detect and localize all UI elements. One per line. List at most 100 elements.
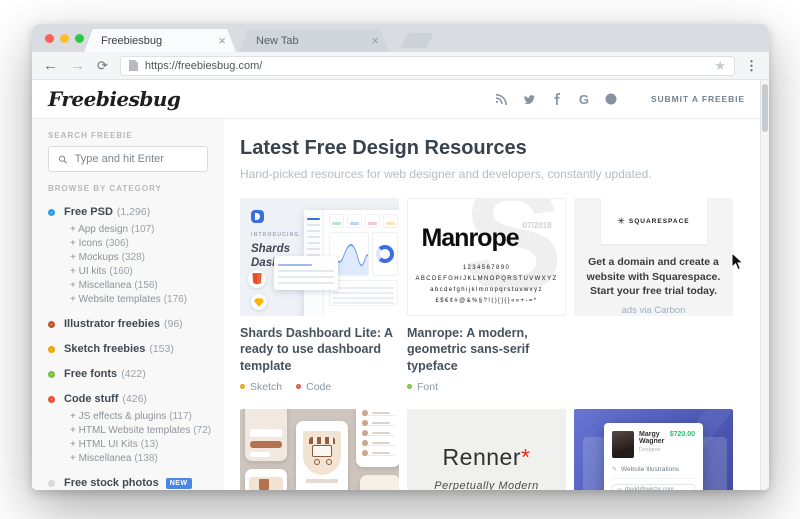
avatar bbox=[612, 430, 634, 458]
mini-card-mockup bbox=[274, 256, 338, 290]
close-tab-icon[interactable]: × bbox=[218, 34, 226, 47]
sidebar-item-sketch[interactable]: Sketch freebies (153) bbox=[48, 343, 208, 355]
site-logo[interactable]: Freebiesbug bbox=[48, 87, 181, 111]
forward-button[interactable]: → bbox=[70, 58, 85, 73]
page-subtitle: Hand-picked resources for web designer a… bbox=[240, 167, 652, 181]
tab-title: New Tab bbox=[256, 34, 299, 47]
manrope-thumbnail[interactable]: S Manrope 07/2018 1234567890 ABCDEFGHIJKL… bbox=[407, 198, 566, 316]
scrollbar[interactable] bbox=[760, 80, 769, 490]
scrollbar-thumb[interactable] bbox=[762, 84, 768, 132]
sidebar-item-html-templates[interactable]: + HTML Website templates (72) bbox=[70, 425, 211, 436]
back-button[interactable]: ← bbox=[43, 58, 58, 73]
font-name: Manrope bbox=[421, 224, 519, 252]
google-icon[interactable]: G bbox=[579, 93, 589, 106]
reload-button[interactable]: ⟳ bbox=[97, 59, 108, 72]
sidebar-item-mockups[interactable]: + Mockups (328) bbox=[70, 252, 208, 263]
ad-text[interactable]: Get a domain and create a website with S… bbox=[584, 255, 723, 298]
sidebar-item-code-stuff[interactable]: Code stuff (426) bbox=[48, 393, 208, 405]
tab-new-tab[interactable]: New Tab × bbox=[239, 29, 389, 52]
resource-card-renner: Renner* Perpetually Modern Renner*: A fr… bbox=[407, 408, 566, 490]
facebook-icon[interactable] bbox=[551, 93, 563, 105]
red-asterisk: * bbox=[520, 443, 531, 470]
code-subcategories: + JS effects & plugins (117) + HTML Websi… bbox=[70, 411, 211, 464]
phone-mockup bbox=[296, 420, 348, 490]
webpage: Freebiesbug G SUBMIT A FREEBIE SEARCH FR… bbox=[32, 80, 769, 490]
pencil-icon: ✎ bbox=[612, 466, 618, 473]
payment-form-mockup: Margy Wagner Designer $720.00 ✎ Website … bbox=[604, 422, 703, 490]
squarespace-wordmark: SQUARESPACE bbox=[628, 217, 690, 225]
carbon-ad: ✳ SQUARESPACE Get a domain and create a … bbox=[574, 198, 733, 393]
shards-thumbnail[interactable]: INTRODUCING Shards Dashboards bbox=[240, 198, 399, 316]
font-date: 07/2018 bbox=[522, 221, 552, 230]
sidebar: SEARCH FREEBIE BROWSE BY CATEGORY Free P… bbox=[32, 119, 224, 490]
dribbble-icon[interactable] bbox=[605, 93, 617, 105]
coffee-thumbnail[interactable] bbox=[240, 408, 399, 490]
resources-grid: INTRODUCING Shards Dashboards bbox=[240, 198, 733, 490]
sidebar-item-js-effects[interactable]: + JS effects & plugins (117) bbox=[70, 411, 208, 422]
search-box[interactable] bbox=[48, 146, 208, 172]
card-title[interactable]: Shards Dashboard Lite: A ready to use da… bbox=[240, 325, 399, 374]
sidebar-item-website-templates[interactable]: + Website templates (176) bbox=[70, 294, 208, 305]
phone-mockup bbox=[360, 474, 399, 490]
sidebar-item-icons[interactable]: + Icons (306) bbox=[70, 238, 208, 249]
browser-menu-icon[interactable]: ⋮ bbox=[745, 58, 758, 74]
page-icon bbox=[128, 60, 138, 71]
phone-mockup bbox=[245, 408, 287, 461]
sidebar-item-miscellanea-code[interactable]: + Miscellanea (138) bbox=[70, 453, 208, 464]
address-bar[interactable]: https://freebiesbug.com/ ★ bbox=[119, 55, 735, 76]
tag-font[interactable]: Font bbox=[407, 381, 438, 393]
window-controls bbox=[45, 34, 84, 43]
amount: $720.00 bbox=[669, 430, 695, 438]
sidebar-item-free-psd[interactable]: Free PSD (1,296) bbox=[48, 206, 208, 218]
mouse-cursor bbox=[731, 252, 744, 271]
resource-card-shards: INTRODUCING Shards Dashboards bbox=[240, 198, 399, 393]
squarespace-ad[interactable]: ✳ SQUARESPACE Get a domain and create a … bbox=[574, 198, 733, 316]
renner-thumbnail[interactable]: Renner* Perpetually Modern bbox=[407, 408, 566, 490]
category-dot-icon bbox=[48, 395, 55, 403]
category-label: Free PSD bbox=[64, 206, 113, 218]
sidebar-item-miscellanea-psd[interactable]: + Miscellanea (156) bbox=[70, 280, 208, 291]
sidebar-item-html-ui-kits[interactable]: + HTML UI Kits (13) bbox=[70, 439, 208, 450]
url-text: https://freebiesbug.com/ bbox=[144, 59, 263, 72]
tab-freebiesbug[interactable]: Freebiesbug × bbox=[84, 29, 236, 52]
tag-dot-icon bbox=[296, 384, 302, 390]
card-title[interactable]: Manrope: A modern, geometric sans-serif … bbox=[407, 325, 566, 374]
rss-icon[interactable] bbox=[495, 93, 507, 105]
category-count: (1,296) bbox=[116, 206, 151, 218]
tab-title: Freebiesbug bbox=[101, 34, 163, 47]
tag-sketch[interactable]: Sketch bbox=[240, 381, 282, 393]
close-window-button[interactable] bbox=[45, 34, 54, 43]
sidebar-item-app-design[interactable]: + App design (107) bbox=[70, 224, 208, 235]
sidebar-item-stock-photos[interactable]: Free stock photos NEW bbox=[48, 477, 208, 489]
category-dot-icon bbox=[48, 345, 55, 353]
search-input[interactable] bbox=[74, 153, 198, 165]
font-name: Renner bbox=[442, 443, 521, 470]
ads-via-carbon-link[interactable]: ads via Carbon bbox=[622, 305, 686, 316]
tag-code[interactable]: Code bbox=[296, 381, 331, 393]
sketch-icon bbox=[251, 294, 267, 310]
twitter-icon[interactable] bbox=[523, 93, 535, 105]
zoom-window-button[interactable] bbox=[75, 34, 84, 43]
bookmark-star-icon[interactable]: ★ bbox=[714, 59, 726, 72]
submit-freebie-link[interactable]: SUBMIT A FREEBIE bbox=[651, 94, 745, 104]
category-dot-icon bbox=[48, 208, 55, 216]
new-tab-button[interactable] bbox=[400, 33, 434, 48]
close-tab-icon[interactable]: × bbox=[371, 34, 379, 47]
category-dot-icon bbox=[48, 320, 55, 328]
sidebar-item-ui-kits[interactable]: + UI kits (160) bbox=[70, 266, 208, 277]
sidebar-item-free-fonts[interactable]: Free fonts (422) bbox=[48, 368, 208, 380]
payment-ad-thumbnail[interactable]: Margy Wagner Designer $720.00 ✎ Website … bbox=[574, 408, 733, 490]
shards-logo-icon bbox=[251, 210, 264, 223]
new-badge: NEW bbox=[165, 477, 192, 489]
tag-dot-icon bbox=[407, 384, 412, 390]
tag-dot-icon bbox=[240, 384, 245, 390]
search-freebie-label: SEARCH FREEBIE bbox=[48, 131, 133, 140]
site-header: Freebiesbug G SUBMIT A FREEBIE bbox=[32, 80, 769, 119]
glyph-row: 1234567890 bbox=[462, 265, 511, 271]
squarespace-mark-icon: ✳ bbox=[617, 215, 625, 226]
minimize-window-button[interactable] bbox=[60, 34, 69, 43]
tab-bar: Freebiesbug × New Tab × bbox=[32, 24, 769, 52]
sidebar-item-illustrator[interactable]: Illustrator freebies (96) bbox=[48, 318, 208, 330]
glyph-row: ABCDEFGHIJKLMNOPQRSTUVWXYZ bbox=[415, 276, 558, 282]
glyph-row: £$€¢#@&%§?!()[]{}«»+-=* bbox=[435, 298, 538, 304]
